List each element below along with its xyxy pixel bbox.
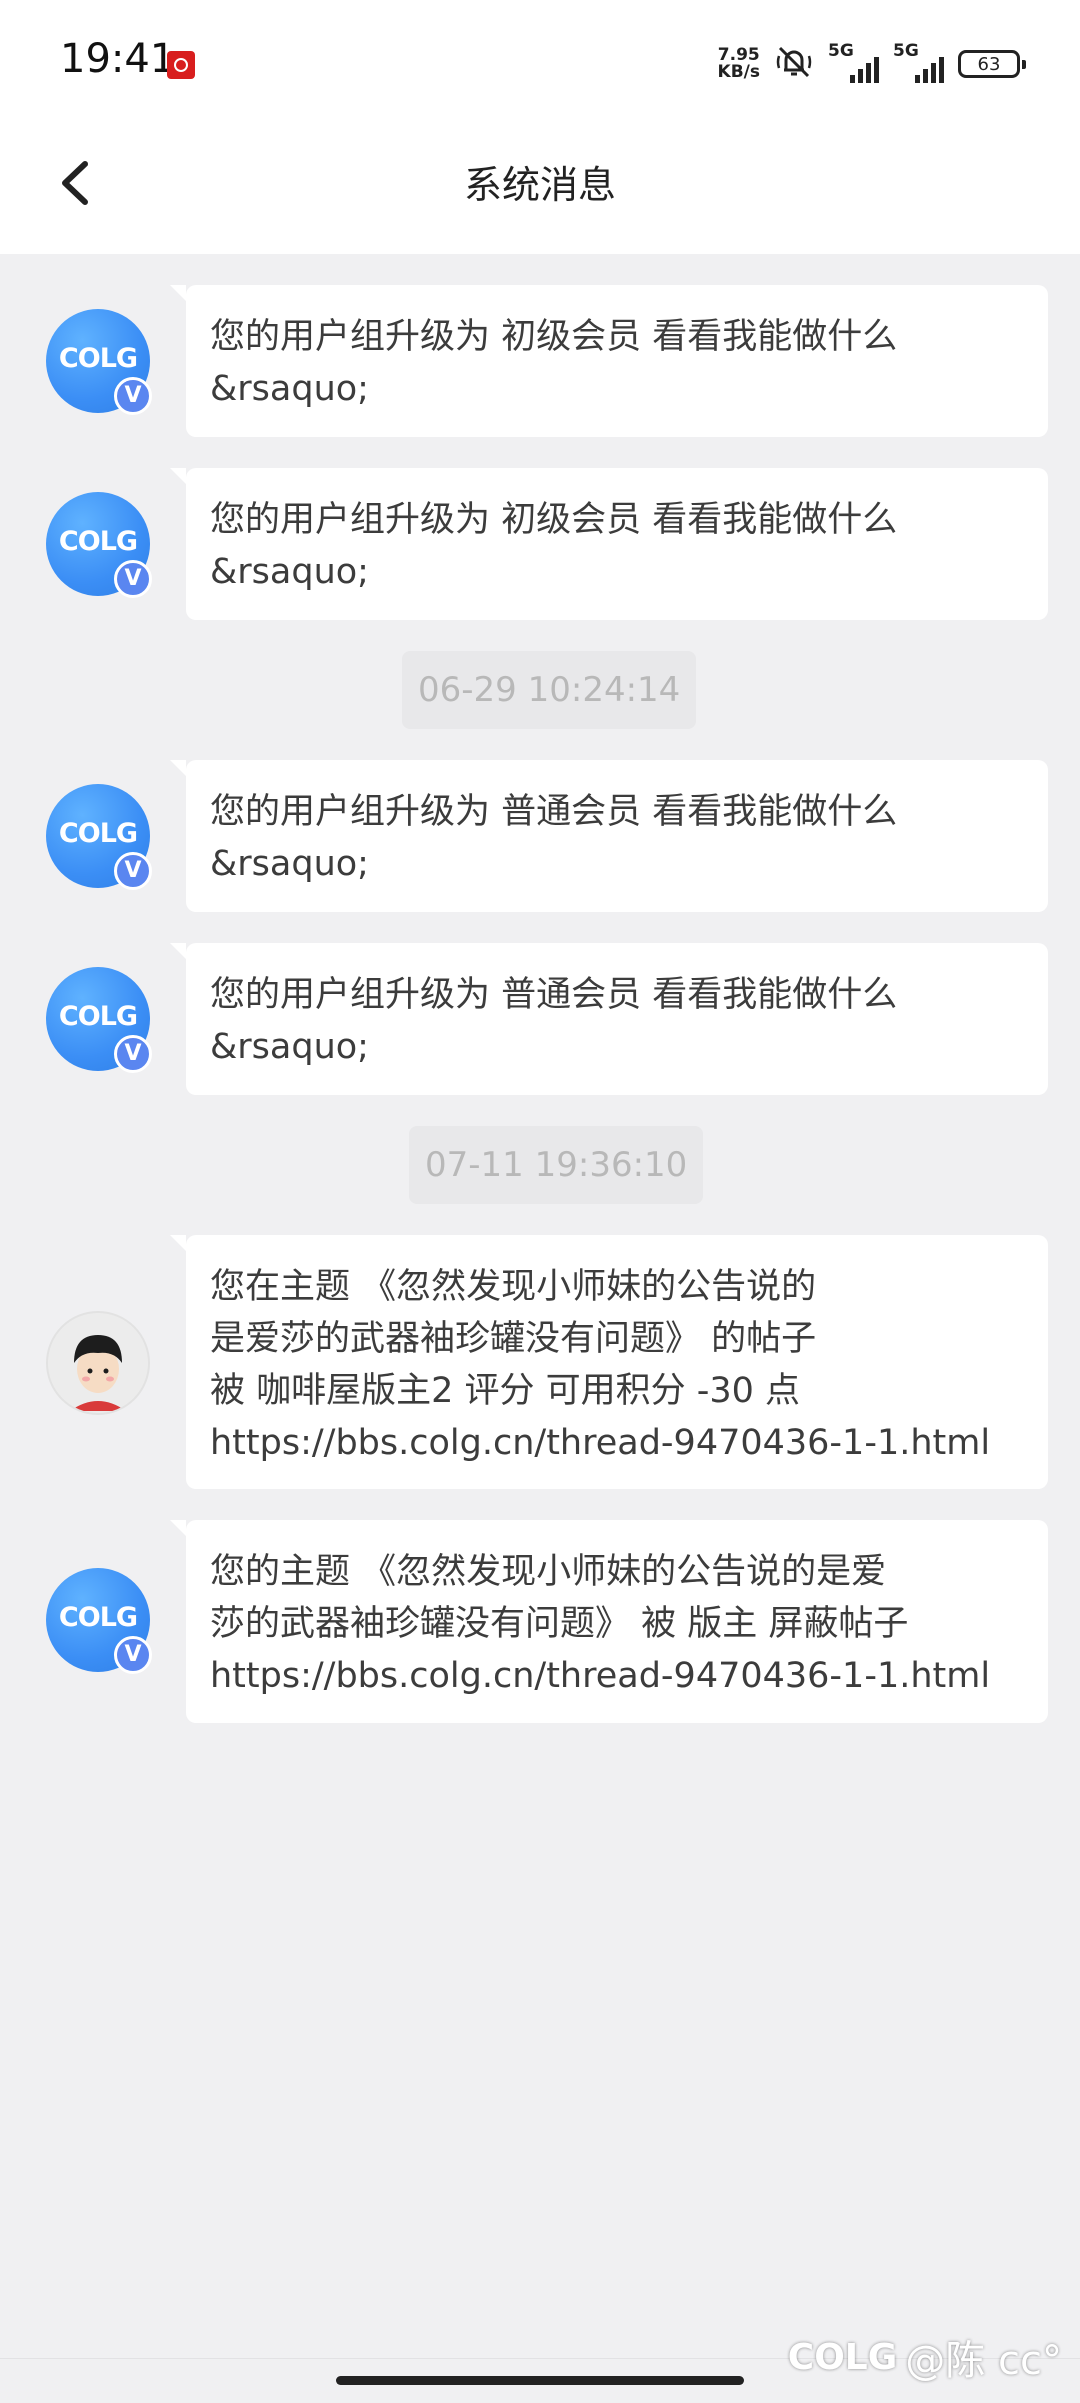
network-speed: 7.95 KB/s <box>718 47 760 81</box>
signal-2-bars-icon <box>915 57 944 83</box>
avatar[interactable] <box>46 1311 150 1415</box>
verified-badge-icon: V <box>114 1035 152 1073</box>
watermark-text: @陈 cc° <box>905 2338 1062 2384</box>
battery-level: 63 <box>977 53 1001 75</box>
watermark: COLG @陈 cc° <box>788 2328 1062 2386</box>
nav-bar: 系统消息 <box>0 128 1080 254</box>
verified-badge-icon: V <box>114 852 152 890</box>
signal-1: 5G <box>828 41 879 83</box>
colg-logo-icon: COLG <box>58 1602 138 1633</box>
signal-2: 5G <box>893 41 944 83</box>
battery-icon: 63 <box>958 50 1026 78</box>
network-speed-unit: KB/s <box>717 62 760 82</box>
signal-1-label: 5G <box>828 41 854 61</box>
avatar[interactable]: COLG V <box>46 309 152 415</box>
home-indicator[interactable] <box>336 2376 744 2385</box>
avatar[interactable]: COLG V <box>46 492 152 598</box>
verified-badge-icon: V <box>114 560 152 598</box>
message-bubble: 您的主题 《忽然发现小师妹的公告说的是爱 莎的武器袖珍罐没有问题》 被 版主 屏… <box>170 1520 1048 1723</box>
verified-badge-icon: V <box>114 377 152 415</box>
colg-logo-icon: COLG <box>58 1001 138 1032</box>
timestamp: 07-11 19:36:10 <box>409 1126 704 1204</box>
page-title: 系统消息 <box>463 163 616 207</box>
colg-logo-icon: COLG <box>58 526 138 557</box>
verified-badge-icon: V <box>114 1636 152 1674</box>
mute-bell-icon <box>774 42 814 86</box>
avatar[interactable]: COLG V <box>46 784 152 890</box>
signal-1-bars-icon <box>850 57 879 83</box>
message-bubble: 您的用户组升级为 初级会员 看看我能做什么 &rsaquo; <box>170 285 1048 437</box>
status-time: 19:41 <box>60 36 176 82</box>
avatar[interactable]: COLG V <box>46 967 152 1073</box>
colg-logo-icon: COLG <box>58 818 138 849</box>
status-bar: 19:41 7.95 KB/s 5G 5G 63 <box>0 0 1080 128</box>
watermark-logo: COLG <box>787 2336 898 2378</box>
notification-app-icon <box>167 51 195 79</box>
status-indicators: 7.95 KB/s 5G 5G 63 <box>718 41 1026 86</box>
message-bubble: 您在主题 《忽然发现小师妹的公告说的 是爱莎的武器袖珍罐没有问题》 的帖子 被 … <box>170 1235 1048 1489</box>
colg-logo-icon: COLG <box>58 343 138 374</box>
message-bubble: 您的用户组升级为 普通会员 看看我能做什么 &rsaquo; <box>170 943 1048 1095</box>
timestamp: 06-29 10:24:14 <box>402 651 697 729</box>
message-bubble: 您的用户组升级为 普通会员 看看我能做什么 &rsaquo; <box>170 760 1048 912</box>
avatar[interactable]: COLG V <box>46 1568 152 1674</box>
signal-2-label: 5G <box>893 41 919 61</box>
message-bubble: 您的用户组升级为 初级会员 看看我能做什么 &rsaquo; <box>170 468 1048 620</box>
user-avatar-icon <box>48 1313 148 1413</box>
